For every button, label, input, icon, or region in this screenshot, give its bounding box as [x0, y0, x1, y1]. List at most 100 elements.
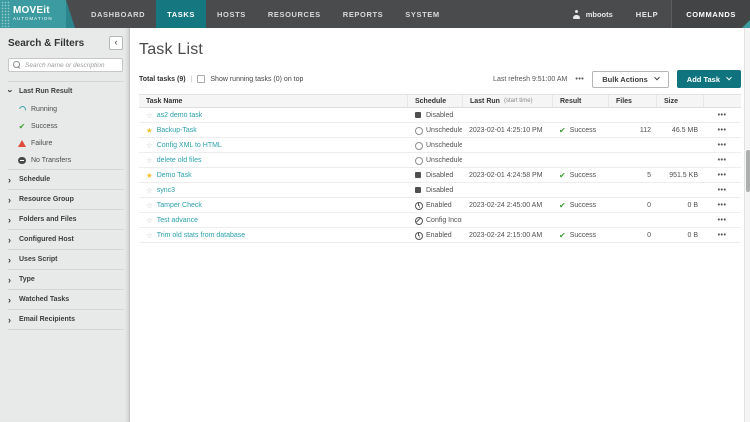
moveit-automation-logo[interactable]: MOVEit AUTOMATION [0, 0, 66, 28]
favorite-star-icon[interactable]: ☆ [146, 142, 153, 149]
result-cell [552, 138, 608, 152]
row-more-options-icon[interactable]: ••• [718, 217, 727, 224]
task-name-link[interactable]: Config XML to HTML [157, 142, 222, 149]
favorite-star-icon[interactable]: ☆ [146, 187, 153, 194]
row-more-options-icon[interactable]: ••• [718, 157, 727, 164]
vertical-scrollbar[interactable] [744, 28, 750, 422]
row-more-options-icon[interactable]: ••• [718, 142, 727, 149]
success-check-icon: ✔ [559, 126, 566, 135]
table-row: ☆ Test advance Config Incom… ••• [139, 213, 741, 228]
task-name-link[interactable]: sync3 [157, 187, 175, 194]
refresh-options-icon[interactable]: ••• [575, 76, 584, 83]
task-name-link[interactable]: delete old files [157, 157, 202, 164]
add-task-button[interactable]: Add Task [677, 70, 741, 88]
last-run-cell [462, 153, 552, 167]
help-button[interactable]: HELP [623, 0, 671, 28]
sidebar-collapsed-sections: ›Schedule›Resource Group›Folders and Fil… [0, 169, 129, 330]
row-more-options-icon[interactable]: ••• [718, 202, 727, 209]
task-name-link[interactable]: Trim old stats from database [157, 232, 245, 239]
last-run-cell: 2023-02-01 4:25:10 PM [462, 123, 552, 137]
row-actions-cell: ••• [703, 168, 741, 182]
favorite-star-icon[interactable]: ★ [146, 172, 153, 179]
last-run-cell [462, 138, 552, 152]
col-size[interactable]: Size [656, 95, 703, 107]
search-input[interactable] [25, 62, 118, 69]
user-menu[interactable]: mboots [563, 0, 623, 28]
favorite-star-icon[interactable]: ☆ [146, 217, 153, 224]
favorite-star-icon[interactable]: ★ [146, 127, 153, 134]
schedule-enabled-icon [414, 231, 422, 239]
nav-item-tasks[interactable]: TASKS [156, 0, 206, 28]
bulk-actions-button[interactable]: Bulk Actions [592, 71, 669, 88]
col-result[interactable]: Result [552, 95, 608, 107]
schedule-label: Config Incom… [426, 217, 462, 224]
col-last-run[interactable]: Last Run(start time) [462, 95, 552, 107]
row-more-options-icon[interactable]: ••• [718, 172, 727, 179]
task-name-link[interactable]: Tamper Check [157, 202, 202, 209]
filter-item-success[interactable]: Success [0, 118, 129, 135]
task-name-link[interactable]: as2 demo task [157, 112, 203, 119]
col-actions[interactable] [703, 95, 741, 107]
sidebar-collapse-button[interactable]: ‹ [109, 36, 123, 50]
show-running-checkbox[interactable] [197, 75, 205, 83]
nav-item-system[interactable]: SYSTEM [394, 0, 450, 28]
table-row: ☆Tamper CheckEnabled2023-02-24 2:45:00 A… [139, 198, 741, 213]
favorite-star-icon[interactable]: ☆ [146, 157, 153, 164]
column-header-label: Task Name [146, 98, 182, 105]
filter-section-last-run-result[interactable]: › Last Run Result [0, 82, 129, 101]
row-more-options-icon[interactable]: ••• [718, 112, 727, 119]
filter-section-resource-group[interactable]: ›Resource Group [0, 190, 129, 209]
filter-section-type[interactable]: ›Type [0, 270, 129, 289]
running-icon [17, 105, 27, 115]
files-cell [608, 138, 656, 152]
favorite-star-icon[interactable]: ☆ [146, 202, 153, 209]
task-name-cell: ☆ Trim old stats from database [139, 228, 407, 242]
filter-section-watched-tasks[interactable]: ›Watched Tasks [0, 290, 129, 309]
filter-item-failure[interactable]: Failure [0, 135, 129, 152]
filter-section-label: Resource Group [19, 196, 74, 203]
task-name-link[interactable]: Demo Task [157, 172, 192, 179]
row-actions-cell: ••• [703, 228, 741, 242]
nav-item-dashboard[interactable]: DASHBOARD [80, 0, 156, 28]
search-filters-sidebar: Search & Filters ‹ › Last Run Result Run… [0, 28, 130, 422]
col-task-name[interactable]: Task Name [139, 95, 407, 107]
chevron-right-icon: › [8, 277, 13, 283]
filter-section-label: Schedule [19, 176, 50, 183]
nav-item-hosts[interactable]: HOSTS [206, 0, 257, 28]
last-run-cell: 2023-02-24 2:15:00 AM [462, 228, 552, 242]
row-more-options-icon[interactable]: ••• [718, 232, 727, 239]
list-controls-left: Total tasks (9) | Show running tasks (0)… [139, 75, 303, 83]
filter-item-running[interactable]: Running [0, 101, 129, 118]
last-run-cell: 2023-02-01 4:24:58 PM [462, 168, 552, 182]
result-cell: ✔Success [552, 168, 608, 182]
row-more-options-icon[interactable]: ••• [718, 127, 727, 134]
filter-section-uses-script[interactable]: ›Uses Script [0, 250, 129, 269]
chevron-right-icon: › [8, 317, 13, 323]
failure-icon [18, 140, 26, 147]
nav-item-resources[interactable]: RESOURCES [257, 0, 332, 28]
scrollbar-thumb[interactable] [746, 150, 750, 192]
separator: | [191, 76, 193, 83]
row-more-options-icon[interactable]: ••• [718, 187, 727, 194]
favorite-star-icon[interactable]: ☆ [146, 232, 153, 239]
list-controls-right: Last refresh 9:51:00 AM ••• Bulk Actions… [493, 70, 741, 88]
divider [8, 329, 124, 330]
favorite-star-icon[interactable]: ☆ [146, 112, 153, 119]
task-name-cell: ☆ delete old files [139, 153, 407, 167]
filter-item-no-transfers[interactable]: No Transfers [0, 152, 129, 169]
result-label: Success [570, 232, 596, 239]
nav-item-reports[interactable]: REPORTS [332, 0, 394, 28]
col-schedule[interactable]: Schedule [407, 95, 462, 107]
filter-section-schedule[interactable]: ›Schedule [0, 170, 129, 189]
col-files[interactable]: Files [608, 95, 656, 107]
schedule-unscheduled-icon [414, 141, 422, 149]
filter-section-email-recipients[interactable]: ›Email Recipients [0, 310, 129, 329]
search-field[interactable] [8, 58, 123, 72]
filter-section-folders-and-files[interactable]: ›Folders and Files [0, 210, 129, 229]
task-name-link[interactable]: Test advance [157, 217, 198, 224]
filter-section-configured-host[interactable]: ›Configured Host [0, 230, 129, 249]
row-actions-cell: ••• [703, 108, 741, 122]
size-cell [656, 213, 703, 227]
task-name-link[interactable]: Backup-Task [157, 127, 197, 134]
commands-button[interactable]: COMMANDS [671, 0, 750, 28]
